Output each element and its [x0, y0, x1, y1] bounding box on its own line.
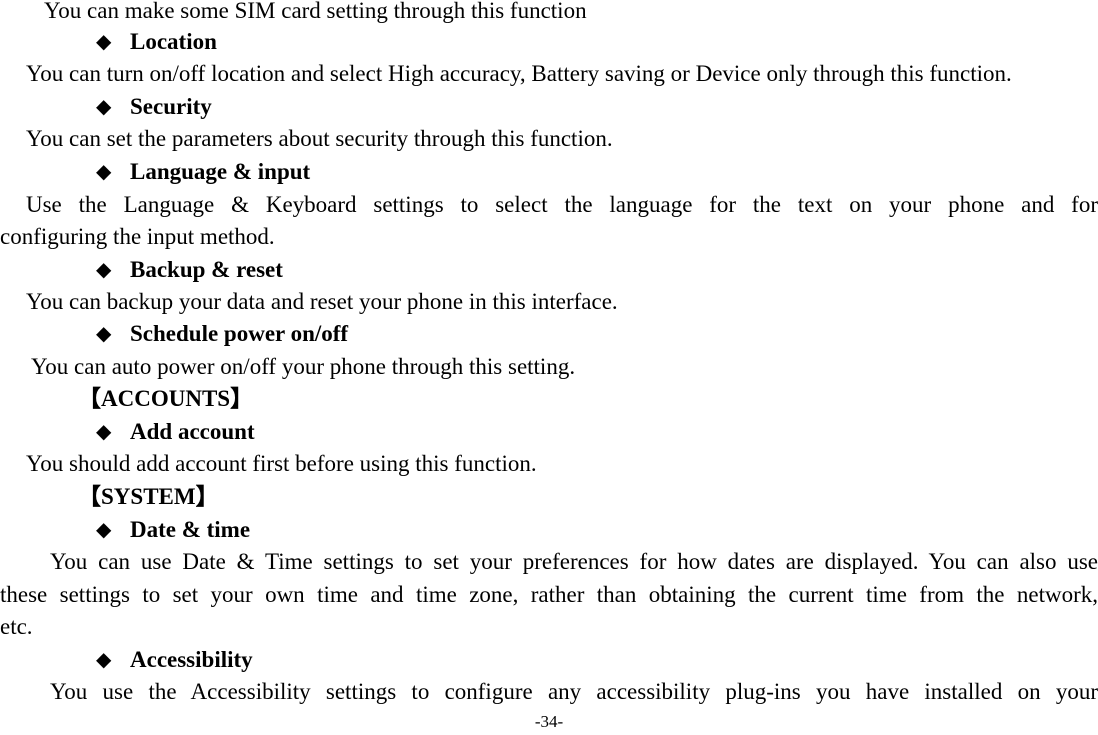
diamond-bullet-icon: ◆: [96, 96, 112, 118]
schedule-heading-text: Schedule power on/off: [130, 321, 349, 346]
accounts-section-title: 【ACCOUNTS】: [78, 386, 254, 411]
backup-heading-text: Backup & reset: [130, 257, 283, 282]
diamond-bullet-icon: ◆: [96, 259, 112, 281]
backup-description: You can backup your data and reset your …: [26, 289, 618, 314]
datetime-description-line-2: these settings to set your own time and …: [0, 582, 1098, 607]
sim-description: You can make some SIM card setting throu…: [44, 0, 587, 23]
datetime-description-line-3: etc.: [0, 614, 33, 639]
security-description: You can set the parameters about securit…: [26, 126, 613, 151]
diamond-bullet-icon: ◆: [96, 421, 112, 443]
accessibility-description-line-1: You use the Accessibility settings to co…: [50, 679, 1098, 704]
datetime-heading-text: Date & time: [130, 517, 251, 542]
datetime-description-line-1: You can use Date & Time settings to set …: [50, 549, 1098, 574]
add-account-heading-text: Add account: [130, 419, 255, 444]
diamond-bullet-icon: ◆: [96, 31, 112, 53]
system-section-title: 【SYSTEM】: [78, 484, 219, 509]
page-number: -34-: [534, 712, 564, 731]
language-heading-text: Language & input: [130, 159, 311, 184]
diamond-bullet-icon: ◆: [96, 323, 112, 345]
add-account-description: You should add account first before usin…: [26, 451, 537, 476]
language-description-line-2: configuring the input method.: [0, 224, 275, 249]
diamond-bullet-icon: ◆: [96, 519, 112, 541]
location-description: You can turn on/off location and select …: [26, 61, 1012, 86]
security-heading-text: Security: [130, 94, 212, 119]
schedule-description: You can auto power on/off your phone thr…: [31, 354, 576, 379]
diamond-bullet-icon: ◆: [96, 161, 112, 183]
language-description-line-1: Use the Language & Keyboard settings to …: [26, 192, 1098, 217]
location-heading-text: Location: [130, 29, 217, 54]
accessibility-heading-text: Accessibility: [130, 647, 253, 672]
diamond-bullet-icon: ◆: [96, 649, 112, 671]
